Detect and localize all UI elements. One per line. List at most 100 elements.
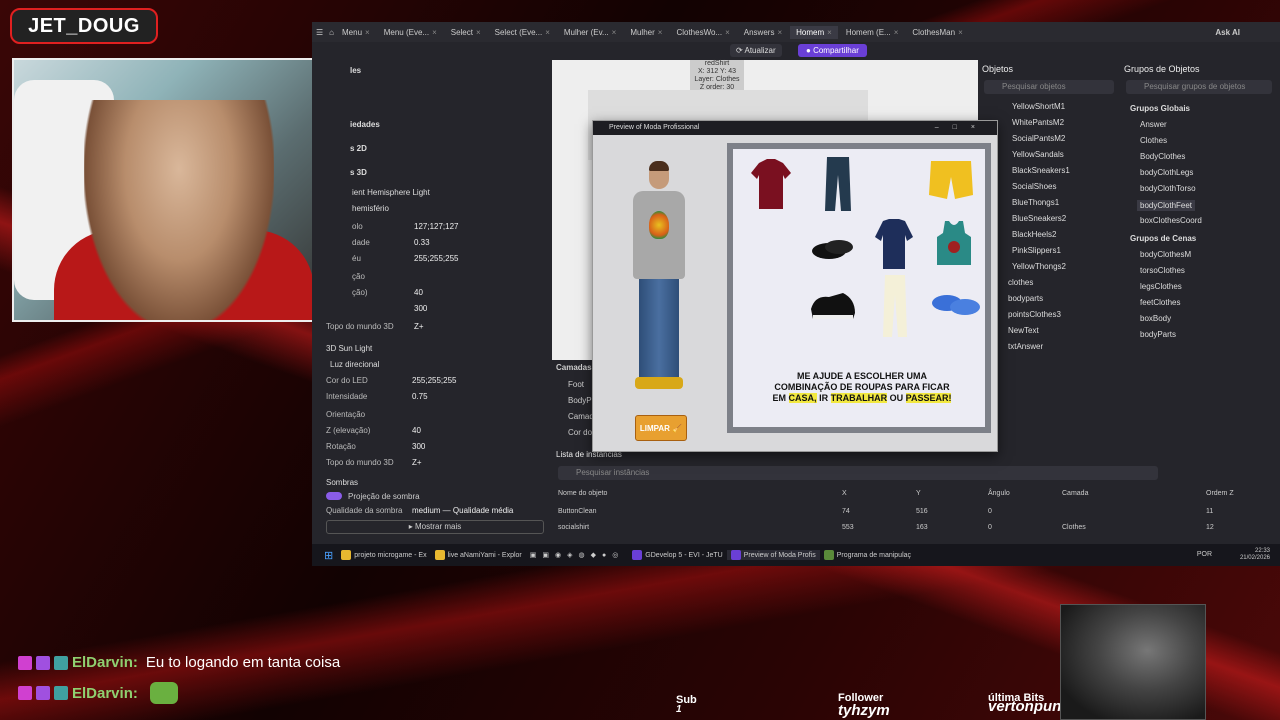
frog-emote-icon: [149, 682, 178, 704]
tab-homem-events[interactable]: Homem (E... ×: [840, 26, 905, 39]
list-item[interactable]: bodyClothFeet: [1137, 200, 1196, 211]
instances-panel: Lista de instâncias Pesquisar instâncias…: [552, 442, 1280, 558]
list-item[interactable]: BlueThongs1: [1012, 198, 1059, 207]
follower-value: tyhzym: [838, 702, 890, 719]
list-item[interactable]: YellowShortM1: [1012, 102, 1065, 111]
update-button[interactable]: ⟳ Atualizar: [730, 44, 782, 57]
shadow-projection-toggle[interactable]: Projeção de sombra: [326, 492, 420, 501]
list-item[interactable]: BlueSneakers2: [1012, 214, 1066, 223]
share-button[interactable]: ● Compartilhar: [798, 44, 867, 57]
list-item[interactable]: Answer: [1140, 120, 1167, 129]
taskbar-item[interactable]: Programa de manipulaç: [820, 550, 915, 560]
sub-badge-icon: [54, 655, 68, 670]
list-item[interactable]: NewText: [1008, 326, 1039, 335]
list-item[interactable]: pointsClothes3: [1008, 310, 1061, 319]
list-item[interactable]: boxBody: [1140, 314, 1171, 323]
editor-tab-bar: ☰ ⌂ Menu × Menu (Eve... × Select × Select (…: [312, 22, 1280, 42]
preview-title-bar: Preview of Moda Profissional –□×: [593, 121, 997, 135]
window-controls[interactable]: –□×: [935, 121, 989, 135]
list-item[interactable]: bodyClothLegs: [1140, 168, 1193, 177]
list-item[interactable]: PinkSlippers1: [1012, 246, 1061, 255]
list-item[interactable]: legsClothes: [1140, 282, 1182, 291]
chat-message: ElDarvin: Eu to logando em tanta coisa: [18, 654, 340, 671]
blue-flip-flops-icon[interactable]: [931, 289, 981, 319]
system-clock[interactable]: 22:33 21/02/2026: [1240, 548, 1270, 562]
show-more-button[interactable]: ▸ Mostrar mais: [326, 520, 544, 534]
clear-button[interactable]: LIMPAR 🧹: [635, 415, 687, 441]
ambient-light-title: ient Hemisphere Light: [352, 188, 430, 197]
tab-select-events[interactable]: Select (Eve... ×: [489, 26, 556, 39]
taskbar-item[interactable]: projeto microgame - Ex: [337, 550, 430, 560]
secondary-camera-feed: [1060, 604, 1206, 720]
sub-value: 1: [676, 704, 682, 715]
teal-tank-top-icon[interactable]: [937, 221, 971, 265]
objects-search-input[interactable]: Pesquisar objetos: [984, 80, 1114, 94]
list-item[interactable]: BlackHeels2: [1012, 230, 1056, 239]
list-item[interactable]: clothes: [1008, 278, 1033, 287]
properties-panel: les iedades s 2D s 3D ient Hemisphere Li…: [312, 60, 552, 558]
layer-item[interactable]: Foot: [568, 380, 584, 389]
list-item[interactable]: WhitePantsM2: [1012, 118, 1064, 127]
object-tooltip: redShirt X: 312 Y: 43 Layer: Clothes Z o…: [690, 60, 744, 91]
list-item[interactable]: boxClothesCoord: [1140, 216, 1202, 225]
sun-light-title[interactable]: 3D Sun Light: [326, 344, 372, 353]
flame-print-icon: [649, 211, 669, 239]
game-preview-window: Preview of Moda Profissional –□× LIMPAR …: [592, 120, 998, 452]
tab-clotheswoman[interactable]: ClothesWo... ×: [670, 26, 735, 39]
jeans-icon[interactable]: [825, 157, 851, 211]
dress-shoes-icon[interactable]: [811, 233, 855, 263]
red-shirt-icon[interactable]: [751, 159, 791, 209]
tab-clothesman[interactable]: ClothesMan ×: [906, 26, 968, 39]
wardrobe-panel: ME AJUDE A ESCOLHER UMA COMBINAÇÃO DE RO…: [727, 143, 991, 433]
list-item[interactable]: SocialPantsM2: [1012, 134, 1065, 143]
list-item[interactable]: BlackSneakers1: [1012, 166, 1070, 175]
instances-search-input[interactable]: Pesquisar instâncias: [558, 466, 1158, 480]
groups-search-input[interactable]: Pesquisar grupos de objetos: [1126, 80, 1272, 94]
list-item[interactable]: bodyClothTorso: [1140, 184, 1196, 193]
list-item[interactable]: YellowThongs2: [1012, 262, 1066, 271]
yellow-shorts-icon[interactable]: [929, 161, 973, 201]
tab-mulher-events[interactable]: Mulher (Ev... ×: [558, 26, 622, 39]
white-pants-icon[interactable]: [883, 275, 907, 337]
tab-menu[interactable]: Menu ×: [336, 26, 376, 39]
menu-icon[interactable]: ☰: [316, 28, 323, 37]
taskbar-item[interactable]: GDevelop 5 - EVI - JeTU: [628, 550, 726, 560]
home-icon[interactable]: ⌂: [329, 28, 334, 37]
list-item[interactable]: torsoClothes: [1140, 266, 1185, 275]
heart-badge-icon: [18, 686, 32, 700]
list-item[interactable]: bodyparts: [1008, 294, 1043, 303]
list-item[interactable]: bodyClothesM: [1140, 250, 1191, 259]
list-item[interactable]: txtAnswer: [1008, 342, 1043, 351]
windows-taskbar: ⊞ projeto microgame - Ex live aNamiYami …: [312, 544, 1280, 566]
taskbar-icons[interactable]: ▣▣◉◈◍◆●◎: [526, 551, 629, 559]
star-badge-icon: [36, 686, 50, 700]
list-item[interactable]: SocialShoes: [1012, 182, 1056, 191]
tab-select[interactable]: Select ×: [445, 26, 487, 39]
start-button[interactable]: ⊞: [320, 549, 337, 562]
object-groups-panel: Grupos de Objetos Pesquisar grupos de ob…: [1120, 60, 1280, 360]
tab-menu-events[interactable]: Menu (Eve... ×: [378, 26, 443, 39]
star-badge-icon: [36, 655, 50, 670]
list-item[interactable]: bodyParts: [1140, 330, 1176, 339]
streamer-brand-label: JET_DOUG: [10, 8, 158, 44]
list-item[interactable]: Clothes: [1140, 136, 1167, 145]
user-label[interactable]: Ask AI: [1215, 28, 1240, 37]
instruction-text: ME AJUDE A ESCOLHER UMA COMBINAÇÃO DE RO…: [772, 371, 952, 403]
taskbar-item[interactable]: live aNamiYami - Explor: [431, 550, 526, 560]
tab-mulher[interactable]: Mulher ×: [624, 26, 668, 39]
sub-badge-icon: [54, 686, 68, 700]
mannequin-avatar: [627, 161, 691, 395]
tab-answers[interactable]: Answers ×: [738, 26, 788, 39]
navy-shirt-icon[interactable]: [875, 219, 913, 269]
editor-toolbar: ⟳ Atualizar ● Compartilhar: [312, 42, 1280, 60]
language-indicator[interactable]: POR: [1197, 551, 1212, 558]
layer-item[interactable]: Cor do: [568, 428, 592, 437]
black-sneakers-icon[interactable]: [809, 289, 857, 323]
list-item[interactable]: YellowSandals: [1012, 150, 1064, 159]
list-item[interactable]: BodyClothes: [1140, 152, 1185, 161]
objects-panel: Objetos Pesquisar objetos YellowShortM1 …: [978, 60, 1120, 360]
taskbar-item[interactable]: Preview of Moda Profis: [726, 550, 820, 560]
list-item[interactable]: feetClothes: [1140, 298, 1180, 307]
tab-homem[interactable]: Homem ×: [790, 25, 838, 39]
shadow-quality-select[interactable]: medium — Qualidade média: [412, 506, 513, 515]
